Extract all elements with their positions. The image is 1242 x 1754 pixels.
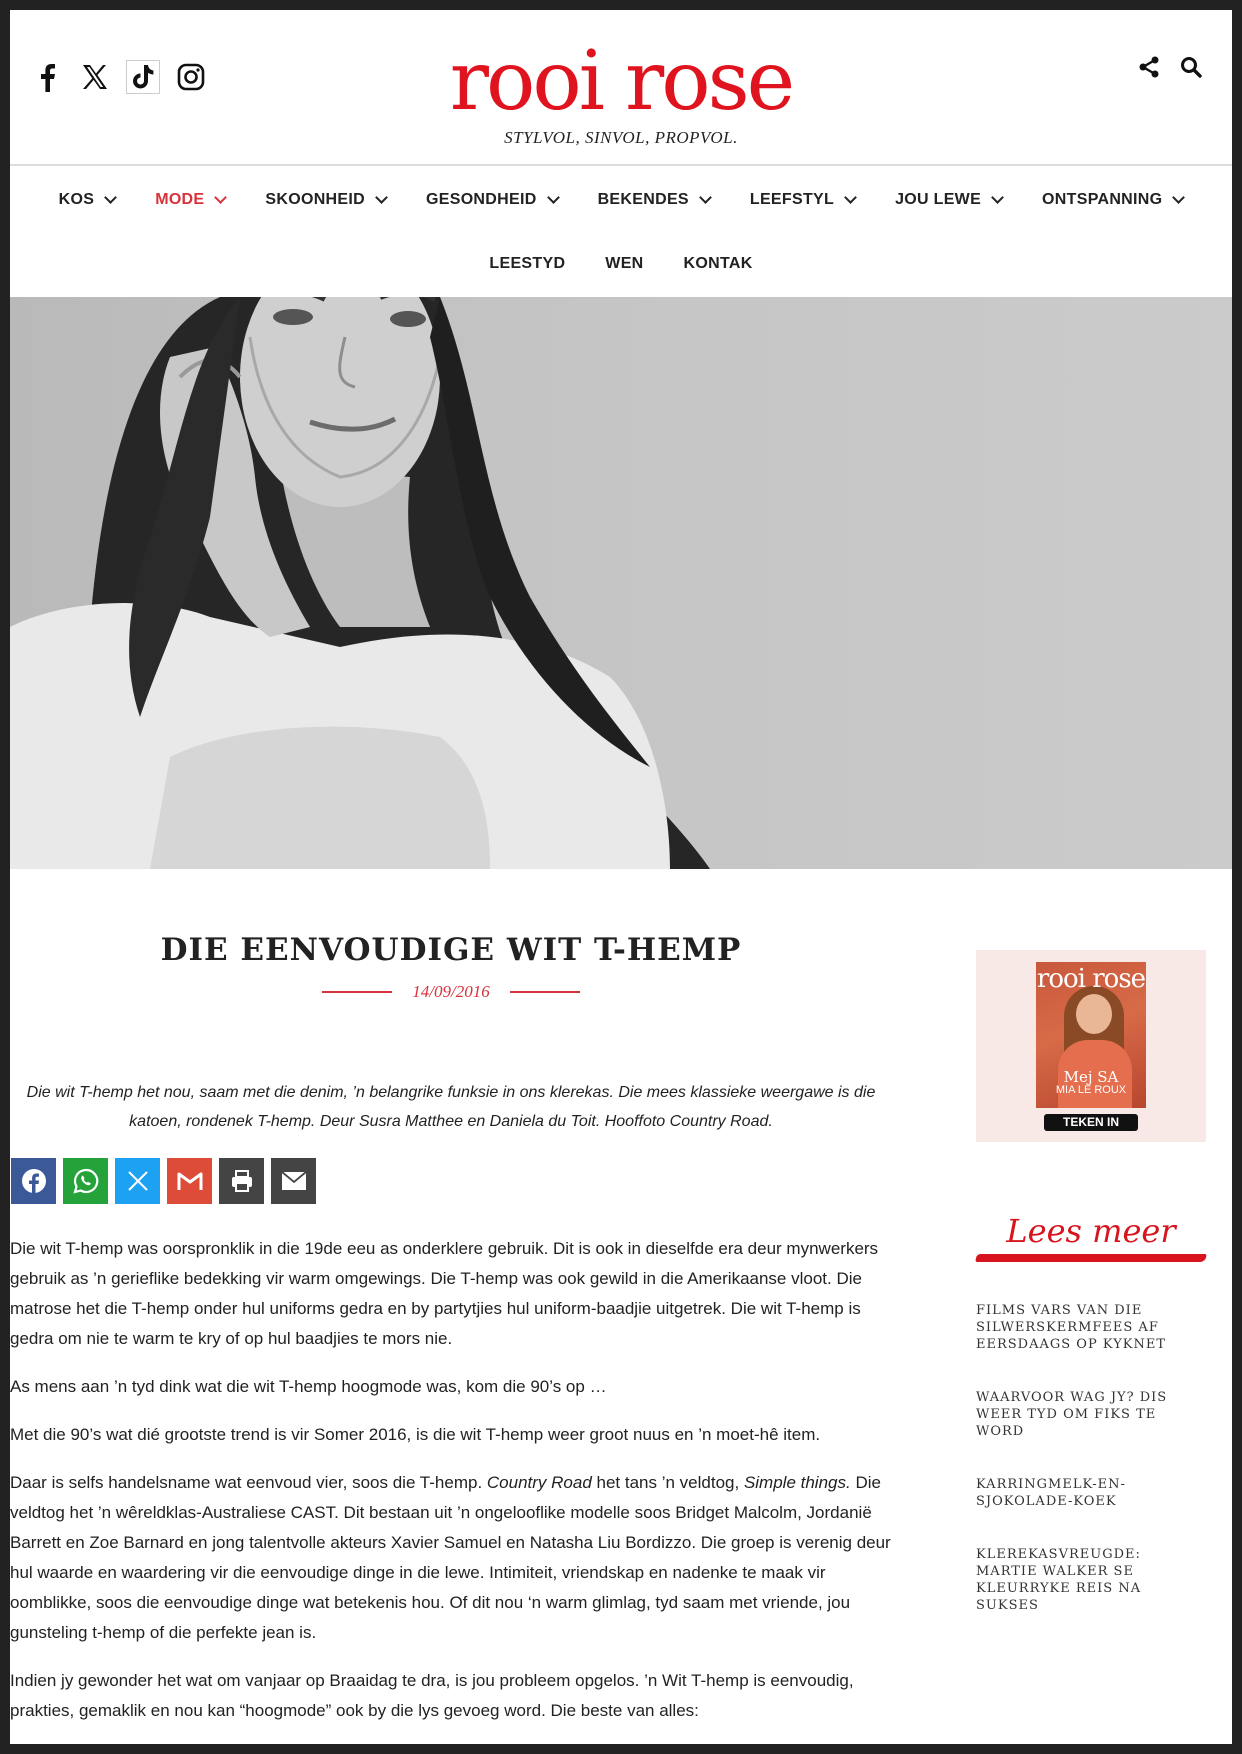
nav-row-1: KOS MODE SKOONHEID GESONDHEID BEKENDES L… xyxy=(10,168,1232,232)
related-article-link[interactable]: KLEREKASVREUGDE: MARTIE WALKER SE KLEURR… xyxy=(976,1546,1206,1614)
article-title: DIE EENVOUDIGE WIT T-HEMP xyxy=(160,932,742,968)
article-paragraph: Met die 90’s wat dié grootste trend is v… xyxy=(10,1425,821,1444)
chevron-down-icon xyxy=(1172,191,1186,204)
brush-underline xyxy=(975,1254,1207,1262)
related-articles: FILMS VARS VAN DIE SILWERSKERMFEES AF EE… xyxy=(976,1302,1206,1614)
chevron-down-icon xyxy=(699,191,712,204)
nav-label: MODE xyxy=(155,191,205,208)
x-icon xyxy=(127,1171,148,1191)
chevron-down-icon xyxy=(375,191,388,204)
magazine-cover: rooi rose Mej SA MIA LE ROUX xyxy=(1036,962,1146,1108)
article-paragraph: Daar is selfs handelsname wat eenvoud vi… xyxy=(10,1468,892,1648)
nav-item-gesondheid[interactable]: GESONDHEID xyxy=(406,191,578,209)
article-paragraph: Die wit T-hemp was oorspronklik in die 1… xyxy=(10,1239,879,1348)
divider xyxy=(509,991,580,993)
site-header: rooi rose STYLVOL, SINVOL, PROPVOL. xyxy=(10,10,1232,166)
text: Daar is selfs handelsname wat eenvoud vi… xyxy=(10,1473,487,1492)
nav-label: ONTSPANNING xyxy=(1042,191,1163,208)
nav-label: JOU LEWE xyxy=(895,191,982,208)
gmail-share-button[interactable] xyxy=(167,1158,212,1204)
magazine-subscribe-ad[interactable]: rooi rose Mej SA MIA LE ROUX TEKEN IN xyxy=(976,950,1206,1142)
text: het tans ’n veldtog, xyxy=(591,1473,744,1492)
print-button[interactable] xyxy=(219,1158,264,1204)
whatsapp-icon xyxy=(72,1168,98,1194)
facebook-icon xyxy=(21,1169,46,1194)
nav-label: KONTAK xyxy=(683,255,753,272)
x-share-button[interactable] xyxy=(115,1158,160,1204)
main-nav: KOS MODE SKOONHEID GESONDHEID BEKENDES L… xyxy=(10,168,1232,298)
chevron-down-icon xyxy=(214,191,228,204)
nav-label: BEKENDES xyxy=(597,191,689,208)
tagline: STYLVOL, SINVOL, PROPVOL. xyxy=(504,128,738,147)
nav-item-leefstyl[interactable]: LEEFSTYL xyxy=(730,191,875,209)
nav-item-kontak[interactable]: KONTAK xyxy=(664,255,773,273)
page: rooi rose STYLVOL, SINVOL, PROPVOL. KOS … xyxy=(10,10,1232,1744)
chevron-down-icon xyxy=(546,191,560,204)
nav-item-mode[interactable]: MODE xyxy=(135,191,245,209)
share-buttons xyxy=(11,1158,316,1204)
related-article-link[interactable]: KARRINGMELK-EN-SJOKOLADE-KOEK xyxy=(976,1476,1206,1510)
gmail-icon xyxy=(177,1172,202,1190)
cover-subheadline: MIA LE ROUX xyxy=(1055,1084,1127,1096)
nav-label: LEEFSTYL xyxy=(749,191,835,208)
hero-image xyxy=(10,297,1232,869)
nav-item-leestyd[interactable]: LEESTYD xyxy=(469,255,585,273)
nav-item-ontspanning[interactable]: ONTSPANNING xyxy=(1022,191,1203,209)
logo-wordmark: rooi rose xyxy=(449,34,795,129)
article-body: Die wit T-hemp was oorspronklik in die 1… xyxy=(10,1234,892,1744)
nav-item-jou-lewe[interactable]: JOU LEWE xyxy=(875,191,1022,209)
chevron-down-icon xyxy=(991,191,1004,204)
nav-label: GESONDHEID xyxy=(426,191,537,208)
brand-name: Country Road xyxy=(486,1473,592,1492)
facebook-share-button[interactable] xyxy=(11,1158,56,1204)
nav-item-wen[interactable]: WEN xyxy=(585,255,663,273)
cover-figure xyxy=(1076,994,1112,1034)
share-icon[interactable] xyxy=(1136,54,1162,80)
subscribe-button[interactable]: TEKEN IN xyxy=(1044,1114,1138,1131)
nav-label: WEN xyxy=(605,255,644,272)
text: Die veldtog het ’n wêreldklas-Australies… xyxy=(10,1473,891,1642)
article-paragraph: As mens aan ’n tyd dink wat die wit T-he… xyxy=(10,1377,607,1396)
related-article-link[interactable]: FILMS VARS VAN DIE SILWERSKERMFEES AF EE… xyxy=(976,1302,1206,1353)
email-icon xyxy=(280,1171,307,1190)
header-tools xyxy=(1136,54,1204,80)
chevron-down-icon xyxy=(844,191,857,204)
article-paragraph: Indien jy gewonder het wat om vanjaar op… xyxy=(10,1671,854,1720)
search-icon[interactable] xyxy=(1178,54,1204,80)
nav-item-skoonheid[interactable]: SKOONHEID xyxy=(245,191,406,209)
nav-label: SKOONHEID xyxy=(265,191,365,208)
chevron-down-icon xyxy=(104,191,118,204)
sidebar: rooi rose Mej SA MIA LE ROUX TEKEN IN Le… xyxy=(975,950,1207,1650)
cover-logo: rooi rose xyxy=(1036,964,1146,994)
site-logo[interactable]: rooi rose STYLVOL, SINVOL, PROPVOL. xyxy=(10,40,1232,148)
related-article-link[interactable]: WAARVOOR WAG JY? DIS WEER TYD OM FIKS TE… xyxy=(976,1389,1206,1440)
nav-item-bekendes[interactable]: BEKENDES xyxy=(578,191,730,209)
campaign-name: Simple things. xyxy=(743,1473,851,1492)
divider xyxy=(322,991,393,993)
nav-row-2: LEESTYD WEN KONTAK xyxy=(10,232,1232,296)
whatsapp-share-button[interactable] xyxy=(63,1158,108,1204)
lees-meer-heading: Lees meer xyxy=(1006,1212,1176,1250)
article-date-row: 14/09/2016 xyxy=(10,982,892,1002)
nav-label: LEESTYD xyxy=(489,255,566,272)
nav-item-kos[interactable]: KOS xyxy=(39,191,136,209)
print-icon xyxy=(231,1170,252,1192)
article-date: 14/09/2016 xyxy=(412,982,490,1001)
hero-photo-illustration xyxy=(10,297,710,869)
nav-label: KOS xyxy=(58,191,95,208)
email-share-button[interactable] xyxy=(271,1158,316,1204)
article-intro: Die wit T-hemp het nou, saam met die den… xyxy=(26,1084,876,1130)
